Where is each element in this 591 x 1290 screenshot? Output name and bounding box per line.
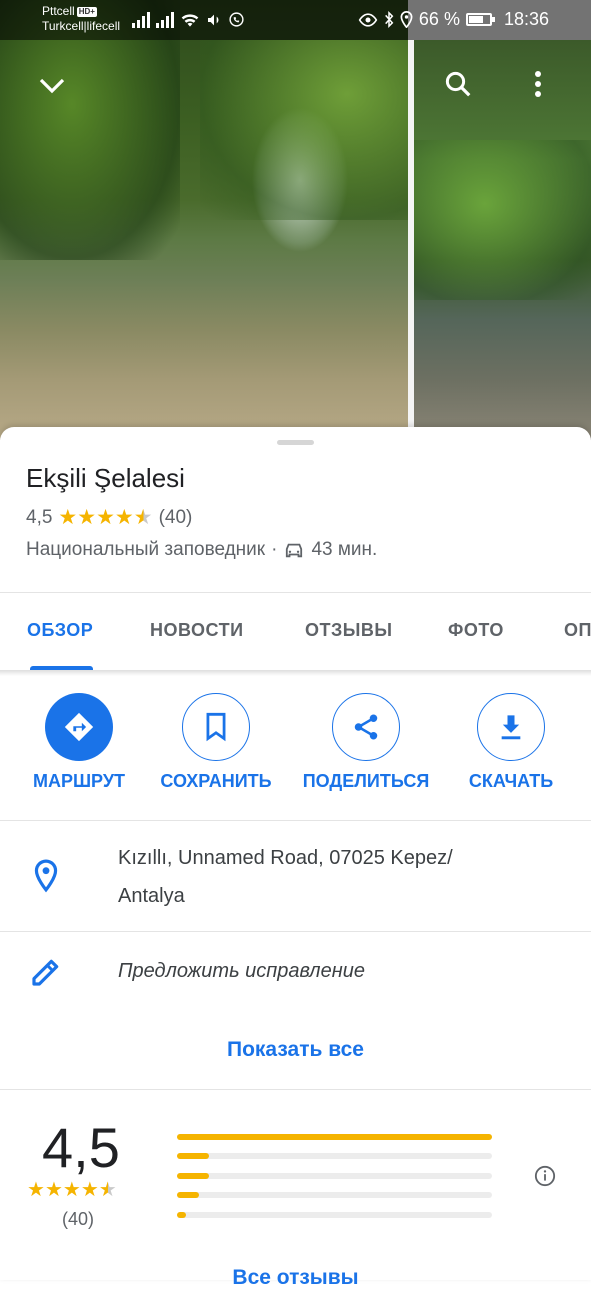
more-options-button[interactable] [518,64,558,104]
separator-dot: · [271,539,278,560]
whatsapp-icon [229,12,244,27]
rating-bar-fill [177,1153,209,1159]
location-icon [400,11,413,28]
rating-bar-fill [177,1134,492,1140]
tab-news[interactable]: НОВОСТИ [150,620,244,641]
share-circle [332,693,400,761]
directions-circle [45,693,113,761]
rating-stars: ★ ★ ★ ★ ★ [58,506,153,529]
pencil-icon [32,959,59,986]
rating-bar-5-stars [177,1134,492,1140]
carrier-info: Pttcell HD+ Turkcell|lifecell [42,4,120,34]
battery-fill [468,16,484,23]
show-all-link[interactable]: Показать все [0,1038,591,1062]
chevron-down-icon [39,78,65,94]
save-button[interactable]: СОХРАНИТЬ [141,693,291,792]
drive-time: 43 мин. [311,539,378,560]
download-icon [501,715,521,740]
star-icon: ★ [62,1179,81,1201]
status-icons-right: 66 % 18:36 [358,9,549,30]
download-circle [477,693,545,761]
save-label: СОХРАНИТЬ [160,771,272,791]
tab-bar[interactable]: ОБЗОР НОВОСТИ ОТЗЫВЫ ФОТО ОП [0,592,591,670]
bluetooth-icon [385,11,394,28]
volume-icon [208,14,219,25]
share-label: ПОДЕЛИТЬСЯ [302,771,430,791]
carrier-name-1: Pttcell [42,4,75,18]
eye-icon [358,12,378,27]
signal-icon [132,11,150,28]
rating-bar-1-stars [177,1212,492,1218]
directions-label: МАРШРУТ [32,771,126,791]
star-icon: ★ [44,1179,63,1201]
location-pin-icon [34,859,58,893]
status-icons-left [132,11,245,28]
address-text: Kızıllı, Unnamed Road, 07025 Kepez/ Anta… [118,839,538,915]
status-bar: Pttcell HD+ Turkcell|lifecell 66 % 18:36 [0,0,591,40]
tab-reviews[interactable]: ОТЗЫВЫ [305,620,393,641]
rating-bar-fill [177,1212,187,1218]
tab-photos[interactable]: ФОТО [448,620,504,641]
rating-value: 4,5 [26,507,53,528]
place-type: Национальный заповедник [26,539,266,560]
half-star-icon: ★ [98,1179,117,1201]
search-icon [445,71,471,97]
review-count: (40) [158,507,193,528]
save-circle [182,693,250,761]
divider [0,1089,591,1090]
rating-bar-2-stars [177,1192,492,1198]
sheet-drag-handle[interactable] [277,440,314,445]
car-icon [286,543,303,558]
rating-bar-fill [177,1173,209,1179]
star-icon: ★ [114,506,134,529]
rating-bar-4-stars [177,1153,492,1159]
directions-button[interactable]: МАРШРУТ [4,693,154,792]
bookmark-icon [206,712,226,742]
hd-badge: HD+ [76,6,97,17]
share-button[interactable]: ПОДЕЛИТЬСЯ [291,693,441,792]
battery-icon [465,13,495,26]
rating-row[interactable]: 4,5 ★ ★ ★ ★ ★ (40) [26,507,192,529]
directions-icon [64,712,94,742]
carrier-name-2: Turkcell|lifecell [42,19,121,33]
search-button[interactable] [438,64,478,104]
half-star-icon: ★ [133,506,153,529]
collapse-button[interactable] [32,66,72,106]
rating-bar-fill [177,1192,200,1198]
all-reviews-link[interactable]: Все отзывы [0,1266,591,1290]
star-icon: ★ [58,506,78,529]
more-vert-icon [535,71,541,97]
star-icon: ★ [77,506,97,529]
place-photos[interactable] [0,0,591,440]
place-name: Ekşili Şelalesi [26,463,185,493]
summary-review-count: (40) [62,1209,95,1229]
download-label: СКАЧАТЬ [468,771,554,791]
address-line-2: Antalya [118,885,185,907]
star-icon: ★ [27,1179,45,1201]
suggest-edit-text: Предложить исправление [118,960,365,982]
tab-more[interactable]: ОП [564,620,591,641]
place-type-row: Национальный заповедник · 43 мин. [26,539,377,561]
info-icon[interactable] [534,1165,556,1187]
wifi-icon [181,13,199,27]
tab-bar-shadow [0,670,591,676]
star-icon: ★ [96,506,115,529]
battery-percent: 66 % [418,9,460,29]
tab-overview[interactable]: ОБЗОР [27,620,93,641]
summary-stars: ★★★★★ [27,1180,117,1201]
share-icon [354,714,378,740]
signal-icon-2 [156,11,174,28]
star-icon: ★ [80,1179,99,1201]
rating-score: 4,5 [42,1116,120,1179]
clock: 18:36 [503,9,549,29]
rating-bar-3-stars [177,1173,492,1179]
address-line-1: Kızıllı, Unnamed Road, 07025 Kepez/ [118,847,453,869]
download-button[interactable]: СКАЧАТЬ [436,693,586,792]
